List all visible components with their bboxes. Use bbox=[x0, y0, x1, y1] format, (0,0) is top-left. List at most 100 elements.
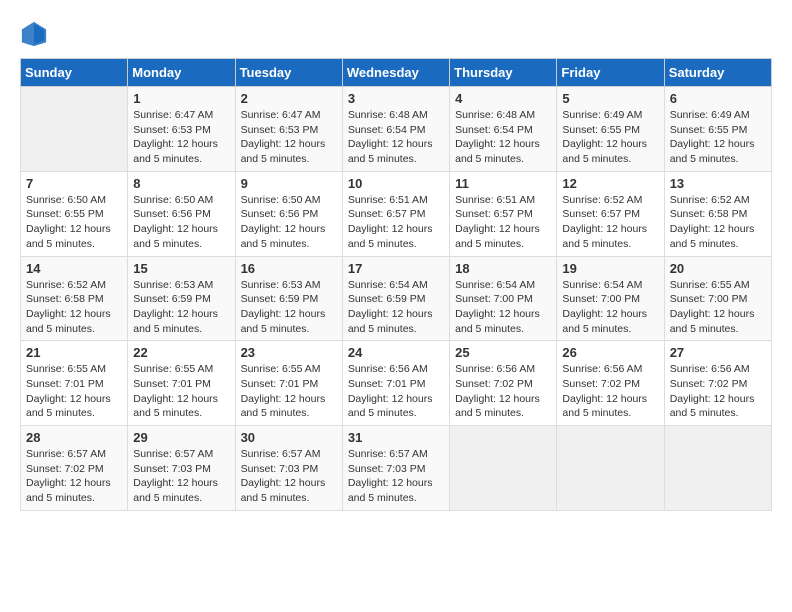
day-number: 31 bbox=[348, 430, 444, 445]
calendar-cell: 16 Sunrise: 6:53 AM Sunset: 6:59 PM Dayl… bbox=[235, 256, 342, 341]
day-info: Sunrise: 6:47 AM Sunset: 6:53 PM Dayligh… bbox=[133, 108, 229, 167]
day-info: Sunrise: 6:56 AM Sunset: 7:02 PM Dayligh… bbox=[670, 362, 766, 421]
day-info: Sunrise: 6:54 AM Sunset: 6:59 PM Dayligh… bbox=[348, 278, 444, 337]
day-number: 8 bbox=[133, 176, 229, 191]
calendar-cell: 21 Sunrise: 6:55 AM Sunset: 7:01 PM Dayl… bbox=[21, 341, 128, 426]
day-number: 1 bbox=[133, 91, 229, 106]
day-number: 27 bbox=[670, 345, 766, 360]
day-info: Sunrise: 6:54 AM Sunset: 7:00 PM Dayligh… bbox=[562, 278, 658, 337]
day-number: 14 bbox=[26, 261, 122, 276]
calendar-cell: 27 Sunrise: 6:56 AM Sunset: 7:02 PM Dayl… bbox=[664, 341, 771, 426]
weekday-header-friday: Friday bbox=[557, 59, 664, 87]
logo bbox=[20, 20, 52, 48]
day-info: Sunrise: 6:57 AM Sunset: 7:02 PM Dayligh… bbox=[26, 447, 122, 506]
day-number: 10 bbox=[348, 176, 444, 191]
day-number: 13 bbox=[670, 176, 766, 191]
day-info: Sunrise: 6:51 AM Sunset: 6:57 PM Dayligh… bbox=[455, 193, 551, 252]
day-number: 30 bbox=[241, 430, 337, 445]
calendar-table: SundayMondayTuesdayWednesdayThursdayFrid… bbox=[20, 58, 772, 511]
day-number: 24 bbox=[348, 345, 444, 360]
day-info: Sunrise: 6:47 AM Sunset: 6:53 PM Dayligh… bbox=[241, 108, 337, 167]
day-info: Sunrise: 6:53 AM Sunset: 6:59 PM Dayligh… bbox=[133, 278, 229, 337]
calendar-cell: 28 Sunrise: 6:57 AM Sunset: 7:02 PM Dayl… bbox=[21, 426, 128, 511]
logo-icon bbox=[20, 20, 48, 48]
day-info: Sunrise: 6:52 AM Sunset: 6:57 PM Dayligh… bbox=[562, 193, 658, 252]
calendar-week-row: 14 Sunrise: 6:52 AM Sunset: 6:58 PM Dayl… bbox=[21, 256, 772, 341]
day-number: 9 bbox=[241, 176, 337, 191]
day-info: Sunrise: 6:50 AM Sunset: 6:56 PM Dayligh… bbox=[241, 193, 337, 252]
calendar-cell: 22 Sunrise: 6:55 AM Sunset: 7:01 PM Dayl… bbox=[128, 341, 235, 426]
day-number: 11 bbox=[455, 176, 551, 191]
calendar-cell: 4 Sunrise: 6:48 AM Sunset: 6:54 PM Dayli… bbox=[450, 87, 557, 172]
calendar-cell: 15 Sunrise: 6:53 AM Sunset: 6:59 PM Dayl… bbox=[128, 256, 235, 341]
day-number: 21 bbox=[26, 345, 122, 360]
day-number: 5 bbox=[562, 91, 658, 106]
day-info: Sunrise: 6:56 AM Sunset: 7:02 PM Dayligh… bbox=[455, 362, 551, 421]
day-info: Sunrise: 6:55 AM Sunset: 7:00 PM Dayligh… bbox=[670, 278, 766, 337]
calendar-cell: 20 Sunrise: 6:55 AM Sunset: 7:00 PM Dayl… bbox=[664, 256, 771, 341]
day-number: 17 bbox=[348, 261, 444, 276]
day-info: Sunrise: 6:57 AM Sunset: 7:03 PM Dayligh… bbox=[133, 447, 229, 506]
calendar-cell: 19 Sunrise: 6:54 AM Sunset: 7:00 PM Dayl… bbox=[557, 256, 664, 341]
day-number: 3 bbox=[348, 91, 444, 106]
day-info: Sunrise: 6:55 AM Sunset: 7:01 PM Dayligh… bbox=[241, 362, 337, 421]
calendar-cell: 8 Sunrise: 6:50 AM Sunset: 6:56 PM Dayli… bbox=[128, 171, 235, 256]
calendar-cell: 1 Sunrise: 6:47 AM Sunset: 6:53 PM Dayli… bbox=[128, 87, 235, 172]
calendar-cell bbox=[21, 87, 128, 172]
calendar-cell: 31 Sunrise: 6:57 AM Sunset: 7:03 PM Dayl… bbox=[342, 426, 449, 511]
calendar-cell: 5 Sunrise: 6:49 AM Sunset: 6:55 PM Dayli… bbox=[557, 87, 664, 172]
day-number: 29 bbox=[133, 430, 229, 445]
day-number: 18 bbox=[455, 261, 551, 276]
day-info: Sunrise: 6:49 AM Sunset: 6:55 PM Dayligh… bbox=[562, 108, 658, 167]
day-number: 25 bbox=[455, 345, 551, 360]
day-number: 12 bbox=[562, 176, 658, 191]
weekday-header-thursday: Thursday bbox=[450, 59, 557, 87]
day-info: Sunrise: 6:48 AM Sunset: 6:54 PM Dayligh… bbox=[455, 108, 551, 167]
day-info: Sunrise: 6:57 AM Sunset: 7:03 PM Dayligh… bbox=[348, 447, 444, 506]
day-info: Sunrise: 6:56 AM Sunset: 7:02 PM Dayligh… bbox=[562, 362, 658, 421]
day-number: 20 bbox=[670, 261, 766, 276]
day-number: 15 bbox=[133, 261, 229, 276]
calendar-cell: 9 Sunrise: 6:50 AM Sunset: 6:56 PM Dayli… bbox=[235, 171, 342, 256]
calendar-week-row: 28 Sunrise: 6:57 AM Sunset: 7:02 PM Dayl… bbox=[21, 426, 772, 511]
day-number: 2 bbox=[241, 91, 337, 106]
calendar-cell: 13 Sunrise: 6:52 AM Sunset: 6:58 PM Dayl… bbox=[664, 171, 771, 256]
weekday-header-wednesday: Wednesday bbox=[342, 59, 449, 87]
calendar-cell: 10 Sunrise: 6:51 AM Sunset: 6:57 PM Dayl… bbox=[342, 171, 449, 256]
calendar-cell: 18 Sunrise: 6:54 AM Sunset: 7:00 PM Dayl… bbox=[450, 256, 557, 341]
day-info: Sunrise: 6:55 AM Sunset: 7:01 PM Dayligh… bbox=[133, 362, 229, 421]
calendar-cell: 11 Sunrise: 6:51 AM Sunset: 6:57 PM Dayl… bbox=[450, 171, 557, 256]
day-info: Sunrise: 6:52 AM Sunset: 6:58 PM Dayligh… bbox=[26, 278, 122, 337]
weekday-header-sunday: Sunday bbox=[21, 59, 128, 87]
calendar-cell: 12 Sunrise: 6:52 AM Sunset: 6:57 PM Dayl… bbox=[557, 171, 664, 256]
calendar-cell: 3 Sunrise: 6:48 AM Sunset: 6:54 PM Dayli… bbox=[342, 87, 449, 172]
calendar-cell bbox=[557, 426, 664, 511]
day-number: 26 bbox=[562, 345, 658, 360]
calendar-cell bbox=[664, 426, 771, 511]
calendar-week-row: 1 Sunrise: 6:47 AM Sunset: 6:53 PM Dayli… bbox=[21, 87, 772, 172]
calendar-cell: 29 Sunrise: 6:57 AM Sunset: 7:03 PM Dayl… bbox=[128, 426, 235, 511]
day-number: 4 bbox=[455, 91, 551, 106]
calendar-cell: 25 Sunrise: 6:56 AM Sunset: 7:02 PM Dayl… bbox=[450, 341, 557, 426]
day-info: Sunrise: 6:48 AM Sunset: 6:54 PM Dayligh… bbox=[348, 108, 444, 167]
day-info: Sunrise: 6:49 AM Sunset: 6:55 PM Dayligh… bbox=[670, 108, 766, 167]
calendar-cell: 23 Sunrise: 6:55 AM Sunset: 7:01 PM Dayl… bbox=[235, 341, 342, 426]
day-number: 23 bbox=[241, 345, 337, 360]
day-number: 16 bbox=[241, 261, 337, 276]
day-info: Sunrise: 6:51 AM Sunset: 6:57 PM Dayligh… bbox=[348, 193, 444, 252]
day-info: Sunrise: 6:53 AM Sunset: 6:59 PM Dayligh… bbox=[241, 278, 337, 337]
day-info: Sunrise: 6:54 AM Sunset: 7:00 PM Dayligh… bbox=[455, 278, 551, 337]
day-info: Sunrise: 6:56 AM Sunset: 7:01 PM Dayligh… bbox=[348, 362, 444, 421]
calendar-cell: 30 Sunrise: 6:57 AM Sunset: 7:03 PM Dayl… bbox=[235, 426, 342, 511]
calendar-week-row: 21 Sunrise: 6:55 AM Sunset: 7:01 PM Dayl… bbox=[21, 341, 772, 426]
day-number: 28 bbox=[26, 430, 122, 445]
day-number: 6 bbox=[670, 91, 766, 106]
calendar-cell: 6 Sunrise: 6:49 AM Sunset: 6:55 PM Dayli… bbox=[664, 87, 771, 172]
day-number: 22 bbox=[133, 345, 229, 360]
calendar-cell: 2 Sunrise: 6:47 AM Sunset: 6:53 PM Dayli… bbox=[235, 87, 342, 172]
day-info: Sunrise: 6:52 AM Sunset: 6:58 PM Dayligh… bbox=[670, 193, 766, 252]
calendar-cell: 17 Sunrise: 6:54 AM Sunset: 6:59 PM Dayl… bbox=[342, 256, 449, 341]
day-number: 19 bbox=[562, 261, 658, 276]
weekday-header-tuesday: Tuesday bbox=[235, 59, 342, 87]
page-header bbox=[20, 20, 772, 48]
